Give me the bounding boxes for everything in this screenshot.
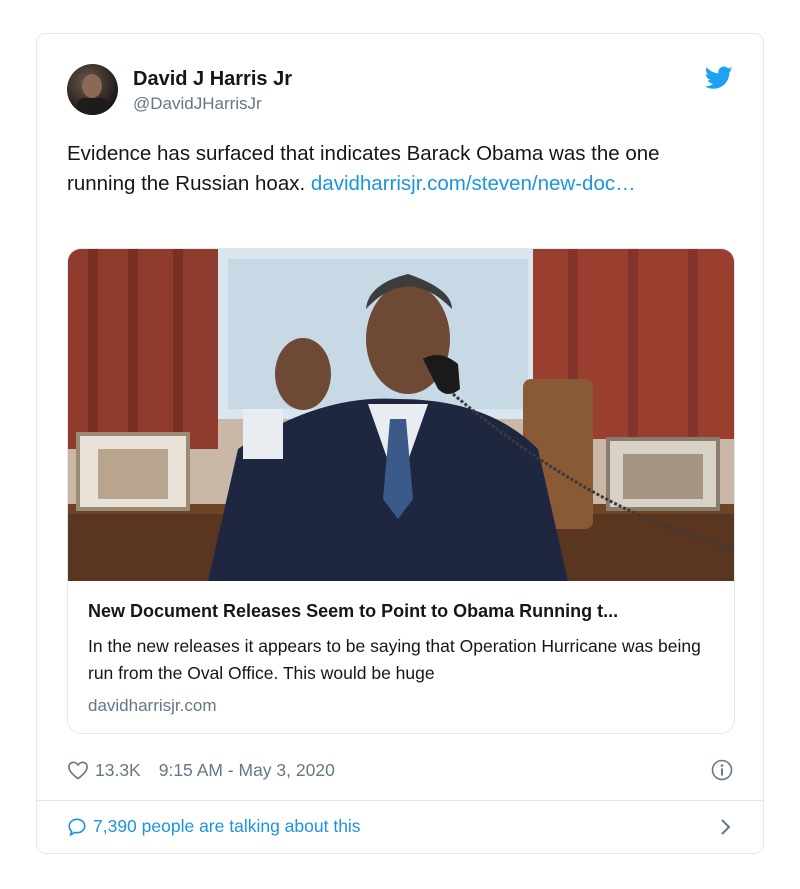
tweet-timestamp[interactable]: 9:15 AM - May 3, 2020	[159, 760, 335, 781]
author-name[interactable]: David J Harris Jr	[133, 68, 292, 91]
author-avatar[interactable]	[67, 64, 118, 115]
tweet-meta: 13.3K 9:15 AM - May 3, 2020	[67, 757, 335, 783]
heart-icon[interactable]	[67, 760, 89, 780]
twitter-bird-icon[interactable]	[705, 66, 733, 90]
link-preview-card[interactable]: New Document Releases Seem to Point to O…	[67, 248, 735, 734]
link-card-title: New Document Releases Seem to Point to O…	[88, 601, 619, 621]
link-card-description: In the new releases it appears to be say…	[88, 636, 701, 683]
conversation-link[interactable]: 7,390 people are talking about this	[67, 816, 361, 837]
link-card-domain: davidharrisjr.com	[88, 696, 217, 715]
chevron-right-icon[interactable]	[719, 818, 733, 836]
article-photo	[68, 249, 734, 581]
footer-divider	[37, 800, 763, 801]
speech-bubble-icon	[68, 817, 86, 836]
info-icon[interactable]	[711, 759, 733, 781]
talking-count: 7,390 people are talking about this	[93, 816, 361, 836]
tweet-embed-card: David J Harris Jr @DavidJHarrisJr Eviden…	[36, 33, 764, 854]
like-count[interactable]: 13.3K	[95, 760, 141, 781]
tweet-text: Evidence has surfaced that indicates Bar…	[67, 139, 727, 199]
author-handle[interactable]: @DavidJHarrisJr	[133, 94, 262, 114]
tweet-link[interactable]: davidharrisjr.com/steven/new-doc…	[311, 172, 636, 195]
